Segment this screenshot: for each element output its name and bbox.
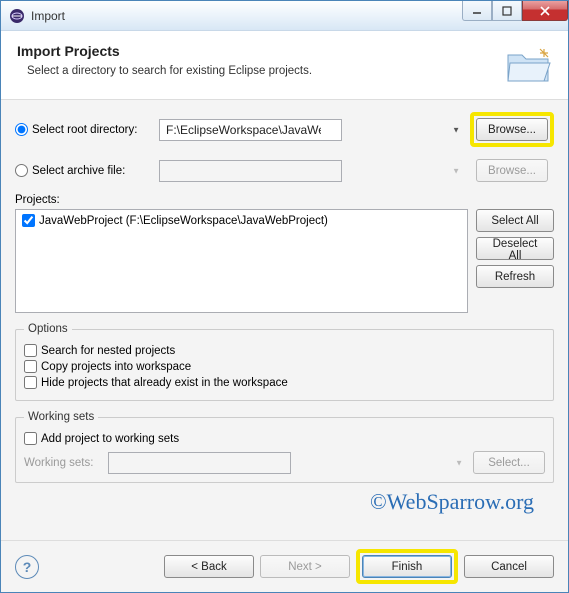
root-directory-row: Select root directory: ▼ Browse... <box>15 112 554 147</box>
deselect-all-button[interactable]: Deselect All <box>476 237 554 260</box>
archive-file-row: Select archive file: ▼ Browse... <box>15 153 554 188</box>
folder-icon <box>504 45 552 85</box>
highlight-finish: Finish <box>356 549 458 584</box>
select-working-sets-button: Select... <box>473 451 545 474</box>
project-checkbox[interactable] <box>22 214 35 227</box>
copy-checkbox-row[interactable]: Copy projects into workspace <box>24 360 545 373</box>
root-directory-combo[interactable]: ▼ <box>159 119 464 141</box>
working-sets-legend: Working sets <box>24 411 98 423</box>
options-group: Options Search for nested projects Copy … <box>15 323 554 401</box>
list-item[interactable]: JavaWebProject (F:\EclipseWorkspace\Java… <box>22 214 461 227</box>
minimize-button[interactable] <box>462 1 492 21</box>
back-button[interactable]: < Back <box>164 555 254 578</box>
projects-list[interactable]: JavaWebProject (F:\EclipseWorkspace\Java… <box>15 209 468 313</box>
options-legend: Options <box>24 323 72 335</box>
page-subtitle: Select a directory to search for existin… <box>27 65 312 77</box>
projects-label: Projects: <box>15 194 554 206</box>
add-working-sets-checkbox[interactable] <box>24 432 37 445</box>
project-label: JavaWebProject (F:\EclipseWorkspace\Java… <box>39 215 328 227</box>
nested-checkbox[interactable] <box>24 344 37 357</box>
dialog-header: Import Projects Select a directory to se… <box>1 31 568 100</box>
archive-file-radio-input[interactable] <box>15 164 28 177</box>
chevron-down-icon: ▼ <box>452 166 460 175</box>
eclipse-icon <box>9 8 25 24</box>
working-sets-combo: ▼ <box>108 452 467 474</box>
highlight-browse: Browse... <box>470 112 554 147</box>
add-working-sets-row[interactable]: Add project to working sets <box>24 432 545 445</box>
maximize-button[interactable] <box>492 1 522 21</box>
dialog-content: Select root directory: ▼ Browse... Selec… <box>1 100 568 540</box>
root-directory-radio-input[interactable] <box>15 123 28 136</box>
chevron-down-icon: ▼ <box>452 125 460 134</box>
next-button: Next > <box>260 555 350 578</box>
root-directory-input[interactable] <box>159 119 342 141</box>
archive-file-input <box>159 160 342 182</box>
close-button[interactable] <box>522 1 568 21</box>
refresh-button[interactable]: Refresh <box>476 265 554 288</box>
copy-checkbox[interactable] <box>24 360 37 373</box>
archive-file-radio[interactable]: Select archive file: <box>15 164 153 177</box>
titlebar[interactable]: Import <box>1 1 568 31</box>
working-sets-label: Working sets: <box>24 457 102 469</box>
hide-checkbox-row[interactable]: Hide projects that already exist in the … <box>24 376 545 389</box>
hide-checkbox[interactable] <box>24 376 37 389</box>
browse-archive-button: Browse... <box>476 159 548 182</box>
window-title: Import <box>31 9 65 23</box>
select-all-button[interactable]: Select All <box>476 209 554 232</box>
import-dialog: Import Import Projects Select a director… <box>0 0 569 593</box>
help-button[interactable]: ? <box>15 555 39 579</box>
cancel-button[interactable]: Cancel <box>464 555 554 578</box>
root-directory-radio[interactable]: Select root directory: <box>15 123 153 136</box>
working-sets-group: Working sets Add project to working sets… <box>15 411 554 483</box>
window-controls <box>462 1 568 21</box>
archive-file-combo: ▼ <box>159 160 464 182</box>
watermark: ©WebSparrow.org <box>15 483 554 515</box>
nested-checkbox-row[interactable]: Search for nested projects <box>24 344 545 357</box>
working-sets-input <box>108 452 291 474</box>
dialog-footer: ? < Back Next > Finish Cancel <box>1 540 568 592</box>
finish-button[interactable]: Finish <box>362 555 452 578</box>
chevron-down-icon: ▼ <box>455 458 463 467</box>
page-title: Import Projects <box>17 43 312 59</box>
browse-root-button[interactable]: Browse... <box>476 118 548 141</box>
